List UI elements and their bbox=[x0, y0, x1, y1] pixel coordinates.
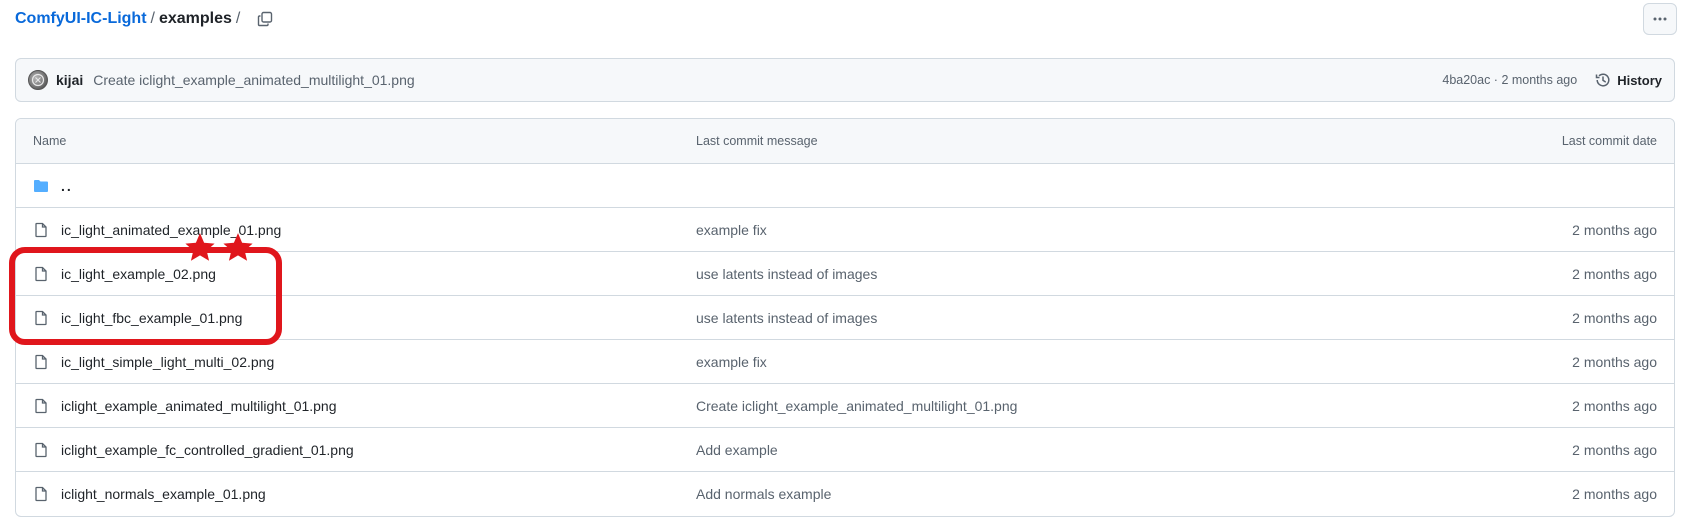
folder-icon bbox=[33, 178, 49, 194]
file-name-link[interactable]: ic_light_animated_example_01.png bbox=[61, 222, 281, 238]
latest-commit-bar: kijai Create iclight_example_animated_mu… bbox=[15, 58, 1675, 102]
table-row[interactable]: ic_light_example_02.png use latents inst… bbox=[16, 252, 1674, 296]
table-row[interactable]: ic_light_simple_light_multi_02.png examp… bbox=[16, 340, 1674, 384]
parent-directory[interactable]: .. bbox=[33, 178, 73, 194]
file-name-link[interactable]: ic_light_example_02.png bbox=[61, 266, 216, 282]
history-icon bbox=[1595, 73, 1610, 87]
breadcrumb-separator: / bbox=[150, 10, 155, 27]
file-name-link[interactable]: ic_light_fbc_example_01.png bbox=[61, 310, 242, 326]
table-row[interactable]: iclight_example_fc_controlled_gradient_0… bbox=[16, 428, 1674, 472]
file-icon bbox=[33, 486, 49, 502]
table-header: Name Last commit message Last commit dat… bbox=[16, 119, 1674, 164]
file-commit-message[interactable]: Add example bbox=[696, 442, 778, 458]
commit-hash-time[interactable]: 4ba20ac · 2 months ago bbox=[1442, 73, 1577, 87]
breadcrumb: ComfyUI-IC-Light / examples / bbox=[15, 4, 276, 34]
file-commit-message[interactable]: use latents instead of images bbox=[696, 266, 877, 282]
file-commit-message[interactable]: Add normals example bbox=[696, 486, 831, 502]
file-commit-message[interactable]: use latents instead of images bbox=[696, 310, 877, 326]
repo-link[interactable]: ComfyUI-IC-Light bbox=[15, 10, 147, 28]
table-row[interactable]: ic_light_animated_example_01.png example… bbox=[16, 208, 1674, 252]
commit-author[interactable]: kijai bbox=[56, 72, 83, 88]
kebab-horizontal-icon bbox=[1653, 17, 1667, 21]
header-name: Name bbox=[33, 134, 67, 148]
file-name-link[interactable]: iclight_example_fc_controlled_gradient_0… bbox=[61, 442, 354, 458]
breadcrumb-folder: examples bbox=[158, 10, 232, 27]
file-icon bbox=[33, 398, 49, 414]
commit-meta-group: 4ba20ac · 2 months ago History bbox=[1442, 72, 1662, 88]
file-icon bbox=[33, 354, 49, 370]
file-commit-date: 2 months ago bbox=[1572, 265, 1657, 282]
table-row[interactable]: iclight_example_animated_multilight_01.p… bbox=[16, 384, 1674, 428]
file-name-link[interactable]: iclight_normals_example_01.png bbox=[61, 486, 266, 502]
history-label: History bbox=[1617, 72, 1662, 88]
file-commit-date: 2 months ago bbox=[1572, 353, 1657, 370]
file-icon bbox=[33, 310, 49, 326]
file-commit-date: 2 months ago bbox=[1572, 441, 1657, 458]
file-icon bbox=[33, 222, 49, 238]
file-table: Name Last commit message Last commit dat… bbox=[15, 118, 1675, 517]
file-commit-date: 2 months ago bbox=[1572, 486, 1657, 502]
parent-directory-row[interactable]: .. bbox=[16, 164, 1674, 208]
history-button[interactable]: History bbox=[1595, 72, 1662, 88]
header-last-commit-message: Last commit message bbox=[696, 134, 818, 148]
file-commit-date: 2 months ago bbox=[1572, 309, 1657, 326]
header-last-commit-date: Last commit date bbox=[1561, 134, 1657, 148]
parent-directory-link[interactable]: .. bbox=[61, 178, 73, 194]
commit-message[interactable]: Create iclight_example_animated_multilig… bbox=[93, 72, 414, 88]
more-options-button[interactable] bbox=[1643, 3, 1677, 35]
file-commit-date: 2 months ago bbox=[1572, 221, 1657, 238]
avatar[interactable] bbox=[28, 70, 48, 90]
copy-icon bbox=[258, 11, 273, 27]
file-name-link[interactable]: iclight_example_animated_multilight_01.p… bbox=[61, 398, 337, 414]
table-row[interactable]: ic_light_fbc_example_01.png use latents … bbox=[16, 296, 1674, 340]
file-icon bbox=[33, 442, 49, 458]
file-name-link[interactable]: ic_light_simple_light_multi_02.png bbox=[61, 354, 274, 370]
file-commit-message[interactable]: example fix bbox=[696, 354, 767, 370]
file-commit-message[interactable]: example fix bbox=[696, 222, 767, 238]
breadcrumb-separator: / bbox=[235, 10, 241, 27]
copy-path-button[interactable] bbox=[254, 8, 276, 30]
avatar-icon bbox=[31, 73, 45, 87]
file-icon bbox=[33, 266, 49, 282]
file-commit-message[interactable]: Create iclight_example_animated_multilig… bbox=[696, 398, 1017, 414]
file-commit-date: 2 months ago bbox=[1572, 397, 1657, 414]
table-row[interactable]: iclight_normals_example_01.png Add norma… bbox=[16, 472, 1674, 516]
